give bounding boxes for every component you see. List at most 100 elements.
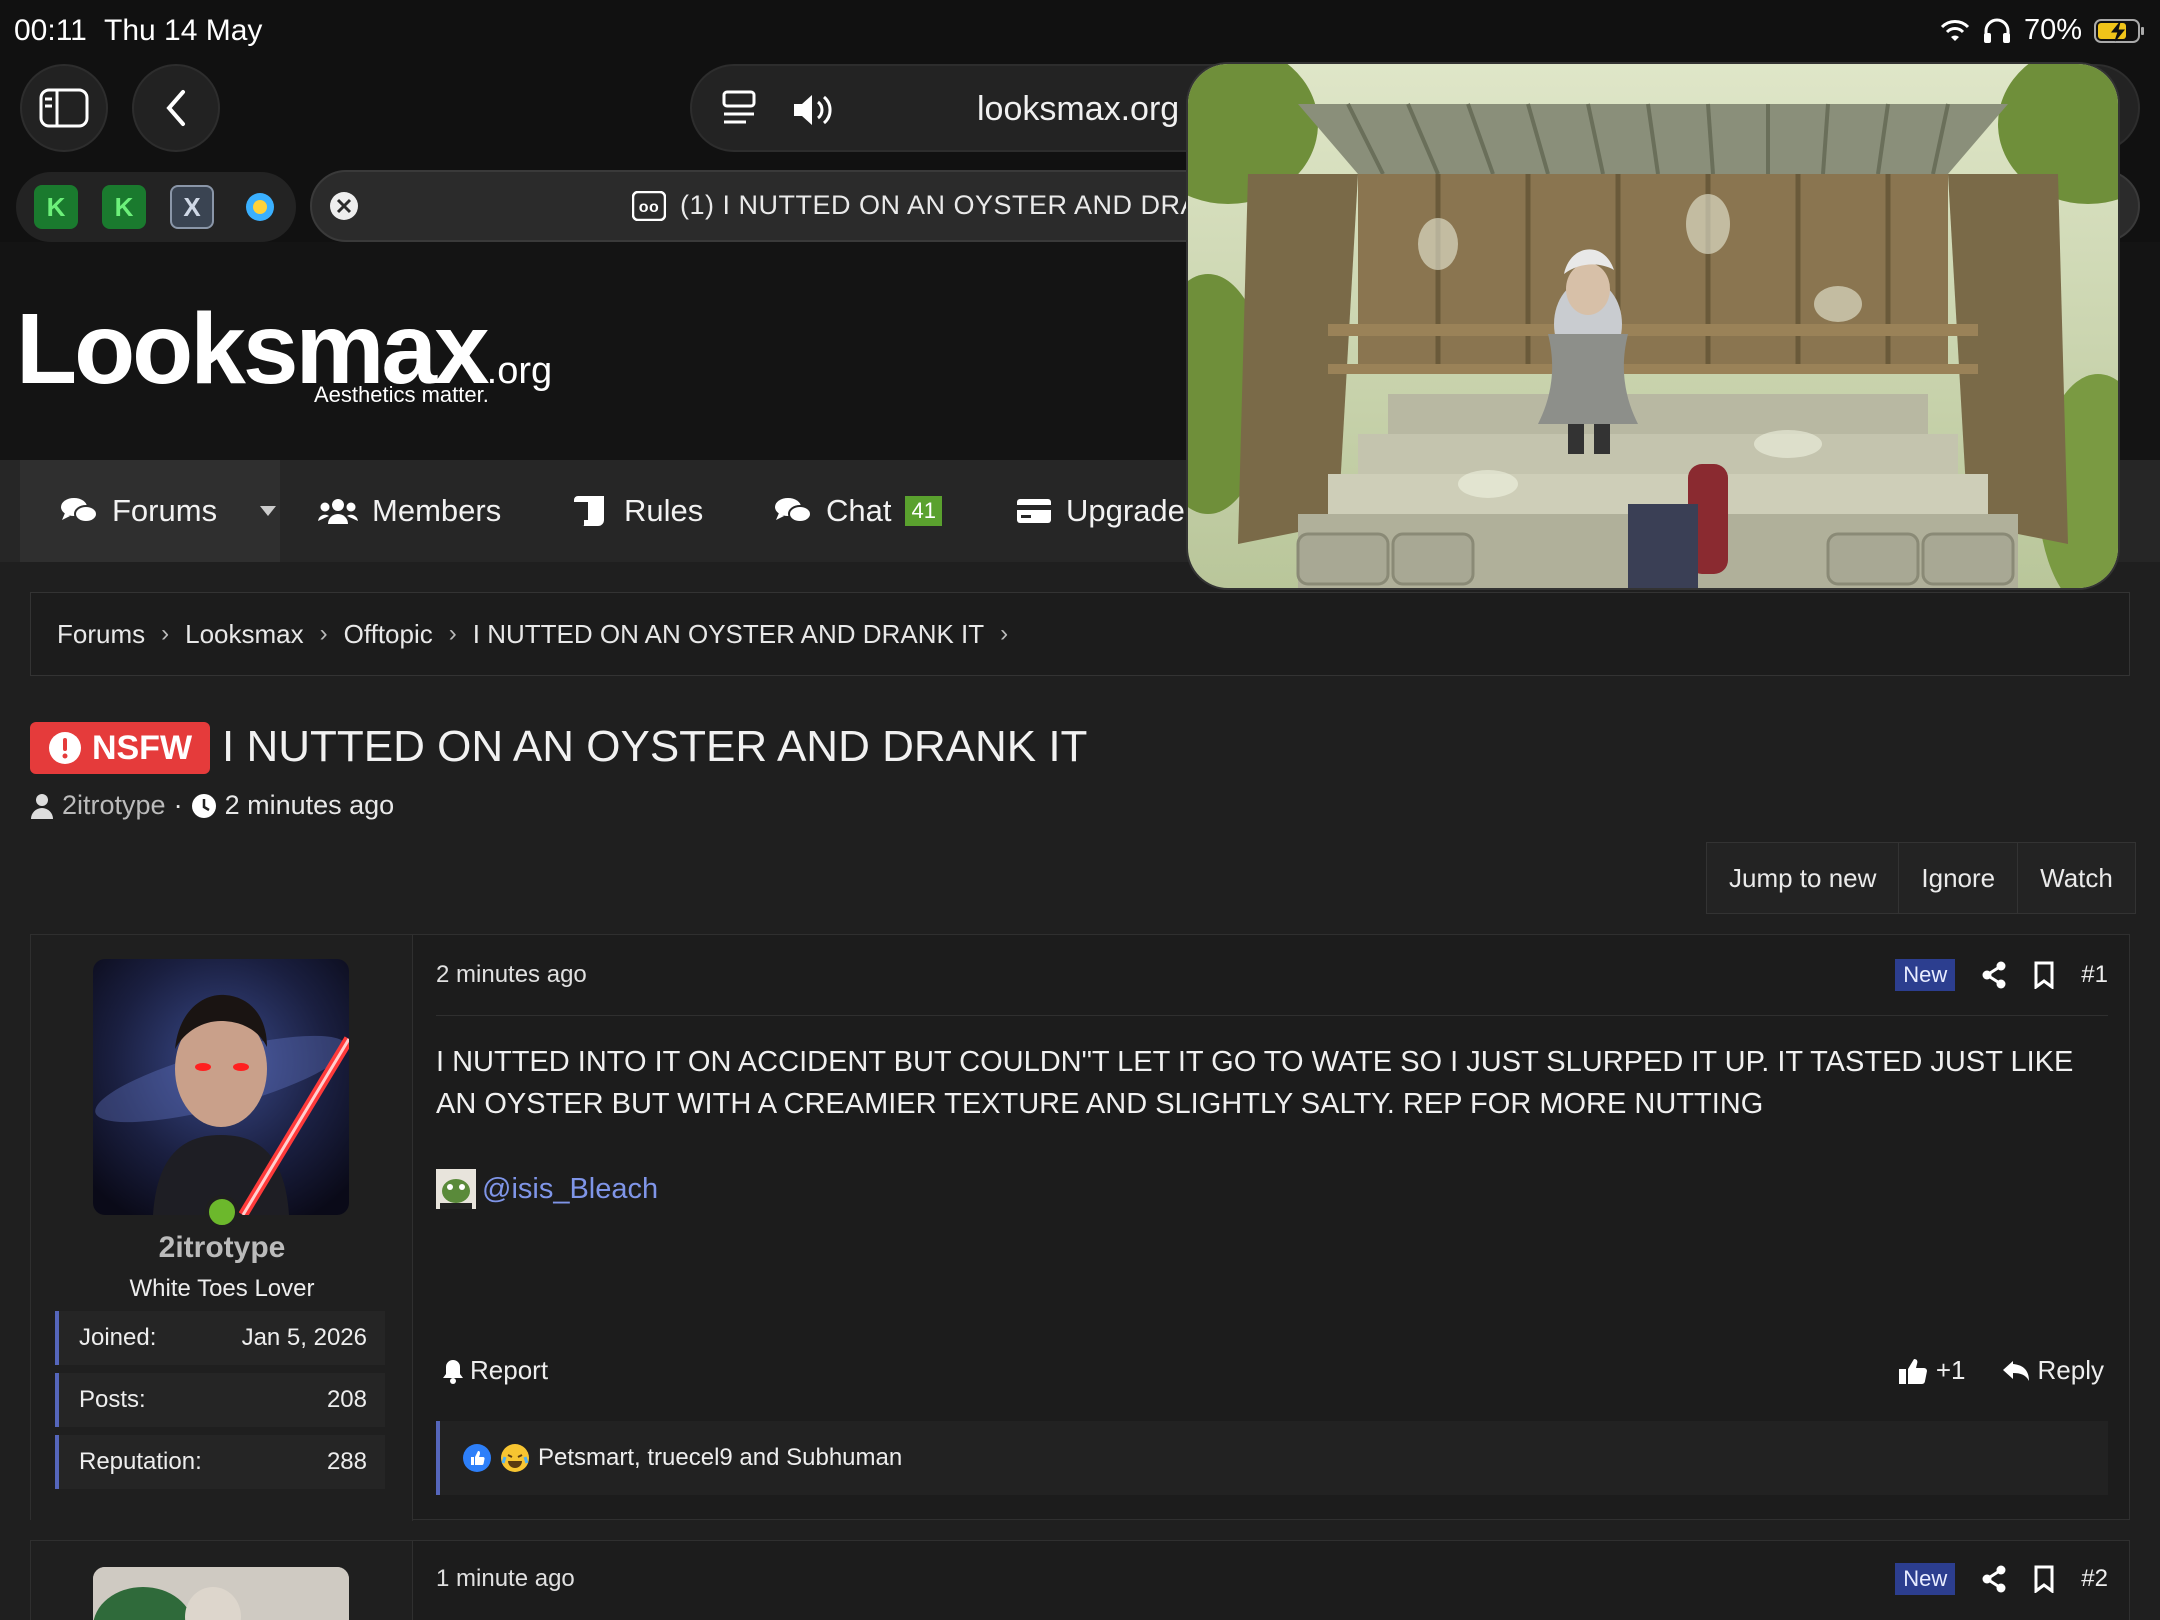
user-icon bbox=[31, 793, 53, 819]
avatar-image bbox=[93, 959, 349, 1215]
reader-icon bbox=[722, 90, 756, 124]
post-number[interactable]: #1 bbox=[2081, 961, 2108, 989]
share-icon[interactable] bbox=[1981, 1565, 2007, 1593]
nav-rules[interactable]: Rules bbox=[572, 460, 703, 562]
sidebar-icon bbox=[39, 88, 89, 128]
url-text: looksmax.org bbox=[977, 90, 1180, 128]
nav-upgrade[interactable]: Upgrade bbox=[1016, 460, 1185, 562]
stat-joined: Joined: Jan 5, 2026 bbox=[55, 1311, 385, 1365]
report-button[interactable]: Report bbox=[442, 1355, 548, 1386]
like-reaction-icon bbox=[463, 1444, 491, 1472]
share-icon[interactable] bbox=[1981, 961, 2007, 989]
sidebar-toggle-button[interactable] bbox=[20, 64, 108, 152]
site-tagline: Aesthetics matter. bbox=[314, 382, 489, 407]
back-button[interactable] bbox=[132, 64, 220, 152]
nav-members[interactable]: Members bbox=[318, 460, 501, 562]
post-time[interactable]: 2 minutes ago bbox=[436, 961, 587, 989]
chevron-right-icon: › bbox=[319, 620, 328, 647]
bookmark-icon[interactable] bbox=[2033, 961, 2055, 989]
ignore-button[interactable]: Ignore bbox=[1899, 843, 2019, 913]
jump-to-new-button[interactable]: Jump to new bbox=[1707, 843, 1900, 913]
nav-chat[interactable]: Chat 41 bbox=[774, 460, 942, 562]
circle-logo-icon bbox=[246, 193, 274, 221]
caret-down-icon[interactable] bbox=[259, 505, 277, 517]
user-mention[interactable]: @isis_Bleach bbox=[436, 1169, 658, 1209]
nsfw-prefix-badge[interactable]: NSFW bbox=[30, 722, 210, 774]
thread-author[interactable]: 2itrotype bbox=[62, 790, 166, 821]
chevron-right-icon: › bbox=[1000, 620, 1009, 647]
post-2: 1 minute ago New #2 bbox=[30, 1540, 2130, 1620]
post-username[interactable]: 2itrotype bbox=[31, 1231, 413, 1265]
status-time: 00:11 bbox=[14, 14, 87, 47]
pinned-tab-k1[interactable]: K bbox=[34, 185, 78, 229]
post-divider bbox=[436, 1015, 2108, 1016]
tab-title: oo (1) I NUTTED ON AN OYSTER AND DRANK I… bbox=[632, 190, 1271, 221]
new-badge: New bbox=[1895, 959, 1956, 991]
post-number[interactable]: #2 bbox=[2081, 1565, 2108, 1593]
bookmark-icon[interactable] bbox=[2033, 1565, 2055, 1593]
picture-in-picture-video[interactable] bbox=[1188, 64, 2118, 588]
chevron-right-icon: › bbox=[448, 620, 457, 647]
like-button[interactable]: +1 bbox=[1898, 1355, 1966, 1386]
thread-actions: Jump to new Ignore Watch bbox=[1706, 842, 2136, 914]
pinned-tab-x[interactable]: X bbox=[170, 185, 214, 229]
post-time[interactable]: 1 minute ago bbox=[436, 1565, 575, 1593]
pinned-tab-k2[interactable]: K bbox=[102, 185, 146, 229]
avatar[interactable] bbox=[93, 959, 349, 1215]
post-user-panel bbox=[31, 1541, 413, 1620]
post-tools: New #2 bbox=[1895, 1563, 2108, 1595]
breadcrumb: Forums › Looksmax › Offtopic › I NUTTED … bbox=[30, 592, 2130, 676]
battery-percent: 70% bbox=[2023, 14, 2082, 46]
avatar[interactable] bbox=[93, 1567, 349, 1620]
pinned-tab-s[interactable] bbox=[238, 185, 282, 229]
watch-button[interactable]: Watch bbox=[2018, 843, 2135, 913]
thread-meta: 2itrotype · 2 minutes ago bbox=[30, 790, 394, 821]
video-frame bbox=[1188, 64, 2118, 588]
post-body: 2 minutes ago New #1 I NUTTED INTO IT ON… bbox=[436, 935, 2108, 1521]
status-bar: 00:11 Thu 14 May 70% bbox=[0, 0, 2160, 62]
credit-card-icon bbox=[1017, 499, 1051, 523]
chat-bubbles-icon bbox=[775, 498, 812, 523]
online-status-indicator bbox=[205, 1195, 239, 1229]
users-icon bbox=[318, 499, 358, 524]
chat-count-badge: 41 bbox=[905, 496, 942, 526]
post-tools: New #1 bbox=[1895, 959, 2108, 991]
headphones-icon bbox=[1983, 18, 2010, 43]
thread-age[interactable]: 2 minutes ago bbox=[225, 790, 395, 821]
breadcrumb-looksmax[interactable]: Looksmax bbox=[185, 619, 304, 650]
svg-text:oo: oo bbox=[639, 199, 660, 216]
status-date: Thu 14 May bbox=[104, 14, 263, 47]
post-body: 1 minute ago New #2 bbox=[436, 1541, 2108, 1620]
meta-separator: · bbox=[173, 790, 183, 820]
breadcrumb-thread[interactable]: I NUTTED ON AN OYSTER AND DRANK IT bbox=[473, 619, 984, 650]
stat-reputation: Reputation: 288 bbox=[55, 1435, 385, 1489]
avatar-image bbox=[93, 1567, 349, 1620]
reply-icon bbox=[2002, 1360, 2029, 1381]
comments-icon bbox=[61, 498, 98, 523]
battery-charging-icon bbox=[2094, 18, 2144, 43]
nav-forums[interactable]: Forums bbox=[20, 460, 280, 562]
chevron-left-icon bbox=[166, 90, 185, 126]
scroll-icon bbox=[574, 496, 604, 526]
laughing-reaction-icon bbox=[501, 1444, 529, 1472]
new-badge: New bbox=[1895, 1563, 1956, 1595]
post-message: I NUTTED INTO IT ON ACCIDENT BUT COULDN"… bbox=[436, 1046, 2074, 1120]
thumbs-up-icon bbox=[1898, 1358, 1927, 1384]
breadcrumb-offtopic[interactable]: Offtopic bbox=[344, 619, 433, 650]
clock-icon bbox=[191, 793, 216, 818]
site-favicon-icon: oo bbox=[632, 190, 666, 221]
close-tab-icon[interactable] bbox=[328, 190, 360, 222]
post-user-panel: 2itrotype White Toes Lover Joined: Jan 5,… bbox=[31, 935, 413, 1521]
bell-icon bbox=[443, 1359, 463, 1384]
post-1: 2itrotype White Toes Lover Joined: Jan 5,… bbox=[30, 934, 2130, 1521]
post-reactions-bar: +1 Reply bbox=[1898, 1355, 2104, 1386]
stat-posts: Posts: 208 bbox=[55, 1373, 385, 1427]
reaction-summary[interactable]: Petsmart, truecel9 and Subhuman bbox=[436, 1421, 2108, 1495]
status-indicators: 70% bbox=[1940, 14, 2146, 47]
user-title: White Toes Lover bbox=[129, 1275, 315, 1302]
chevron-right-icon: › bbox=[161, 620, 170, 647]
wifi-icon bbox=[1940, 19, 1970, 41]
breadcrumb-forums[interactable]: Forums bbox=[57, 619, 145, 650]
speaker-icon[interactable] bbox=[792, 92, 836, 128]
reply-button[interactable]: Reply bbox=[2002, 1355, 2104, 1386]
